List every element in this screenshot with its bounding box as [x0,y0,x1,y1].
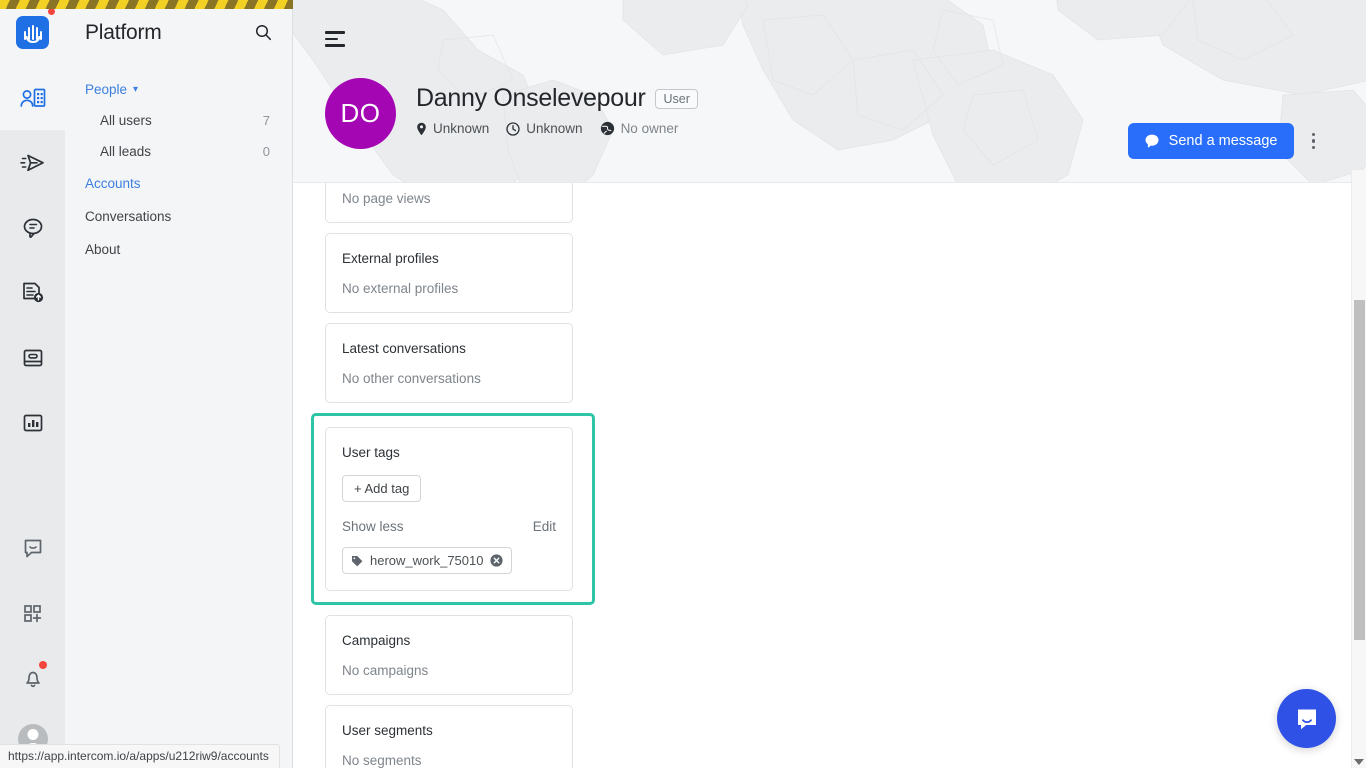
bell-icon [25,671,40,687]
rail-item-outbound[interactable] [0,130,65,195]
sidebar-item-count: 0 [262,144,270,159]
tag-pill[interactable]: herow_work_75010 [342,547,513,574]
intercom-messenger-icon [1297,709,1316,729]
header-actions: Send a message [1127,123,1320,159]
card-page-views: No page views [325,183,573,223]
inbox-book-icon [23,349,42,366]
avatar-initials: DO [340,98,381,128]
show-less-link[interactable]: Show less [342,519,404,534]
chat-bubble-icon [1145,134,1159,148]
tag-label: herow_work_75010 [370,553,484,568]
globe-icon [600,121,614,136]
sidebar-item-label: All leads [100,144,152,159]
sidebar-header: Platform [65,0,292,65]
location-pin-icon [417,122,426,135]
profile-meta-label: No owner [620,121,679,136]
card-user-tags: User tags + Add tag Show less Edit herow… [325,427,573,591]
rail-item-reports[interactable] [0,390,65,455]
profile-name-row: Danny Onselevepour User [416,84,698,113]
profile-name: Danny Onselevepour [416,84,646,112]
profile-meta-row: Unknown Unknown No owner [416,121,698,136]
main-content: DO Danny Onselevepour User Unknown Unkno… [293,0,1366,768]
notifications-badge-dot [39,661,47,669]
tags-actions-row: Show less Edit [342,519,556,534]
card-campaigns: Campaigns No campaigns [325,615,573,695]
tag-icon [352,555,363,566]
chevron-down-icon: ▾ [133,83,139,95]
card-title: External profiles [342,251,439,266]
sidebar-nav-list: People ▾ All users 7 All leads 0 Account… [65,65,292,266]
card-empty-text: No segments [342,753,422,768]
card-title: User segments [342,723,433,738]
card-title: User tags [342,445,400,460]
scroll-down-arrow-icon[interactable] [1354,759,1364,765]
hamburger-icon[interactable] [325,31,345,47]
remove-circle-icon[interactable] [490,554,504,567]
rail-item-inbox-book[interactable] [0,325,65,390]
card-external-profiles: External profiles No external profiles [325,233,573,313]
profile-meta-owner: No owner [600,121,679,136]
browser-status-url: https://app.intercom.io/a/apps/u212riw9/… [0,744,280,768]
rail-item-messenger[interactable] [0,195,65,260]
profile-summary: DO Danny Onselevepour User Unknown Unkno… [325,78,698,149]
sidebar-item-label: All users [100,113,152,128]
intercom-logo-mark [16,16,49,49]
send-a-message-label: Send a message [1168,133,1278,149]
logo-smile-icon [25,36,40,43]
contacts-icon [19,88,45,107]
card-title: Latest conversations [342,341,466,356]
add-tag-button[interactable]: + Add tag [342,475,422,502]
app-root: Platform People ▾ All users 7 All leads … [0,0,1366,768]
profile-cards-column: No page views External profiles No exter… [293,183,1366,768]
sidebar-item-about[interactable]: About [65,233,292,266]
rail-item-notifications[interactable] [0,645,65,710]
sidebar: Platform People ▾ All users 7 All leads … [65,0,293,768]
search-icon[interactable] [255,24,272,41]
card-empty-text: No external profiles [342,281,459,296]
profile-meta-label: Unknown [526,121,583,136]
rail-item-contacts[interactable] [0,65,65,130]
sidebar-group-label: People [85,82,128,97]
edit-tags-link[interactable]: Edit [533,519,556,534]
card-title: Campaigns [342,633,411,648]
sidebar-item-count: 7 [262,113,270,128]
intercom-messenger-launcher[interactable] [1277,689,1336,748]
sidebar-group-people[interactable]: People ▾ [65,74,292,105]
card-user-segments: User segments No segments [325,705,573,768]
app-icon-rail [0,0,65,768]
profile-meta-location: Unknown [416,121,489,136]
profile-meta-time: Unknown [506,121,583,136]
card-latest-conversations: Latest conversations No other conversati… [325,323,573,403]
profile-header: DO Danny Onselevepour User Unknown Unkno… [293,0,1366,183]
clock-icon [506,121,520,136]
card-empty-text: No other conversations [342,371,481,386]
send-a-message-button[interactable]: Send a message [1127,123,1294,159]
rail-item-apps[interactable] [0,580,65,645]
reports-icon [23,414,42,431]
page-title: Platform [85,20,162,44]
profile-meta-label: Unknown [433,121,490,136]
apps-icon [23,604,41,622]
card-empty-text: No campaigns [342,663,429,678]
scrollbar-thumb[interactable] [1354,300,1365,640]
card-empty-text: No page views [342,191,431,206]
messenger-icon [23,218,42,238]
intercom-logo[interactable] [0,0,65,65]
sidebar-item-all-leads[interactable]: All leads 0 [65,136,292,167]
rail-item-conversation[interactable] [0,515,65,580]
conversation-icon [24,539,41,557]
rail-item-articles[interactable] [0,260,65,325]
sidebar-item-all-users[interactable]: All users 7 [65,105,292,136]
sidebar-item-conversations[interactable]: Conversations [65,200,292,233]
status-badge: User [655,88,698,109]
outbound-icon [19,154,44,171]
kebab-menu-icon[interactable] [1308,127,1320,156]
construction-stripe-banner [0,0,293,9]
avatar: DO [325,78,396,149]
page-scrollbar[interactable] [1351,170,1366,768]
highlighted-region-user-tags: User tags + Add tag Show less Edit herow… [311,413,595,605]
sidebar-item-accounts[interactable]: Accounts [65,167,292,200]
profile-text-block: Danny Onselevepour User Unknown Unknown … [416,78,698,136]
articles-icon [22,282,43,302]
